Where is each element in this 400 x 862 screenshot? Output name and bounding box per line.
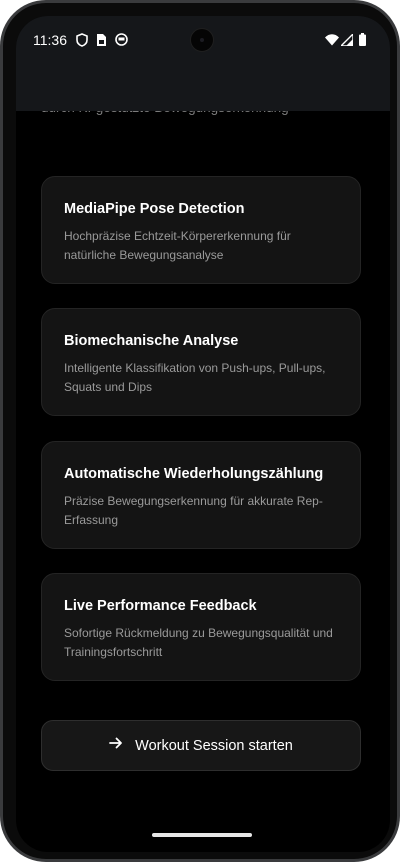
- feature-title: Live Performance Feedback: [64, 598, 257, 614]
- start-workout-button[interactable]: Workout Session starten: [41, 720, 361, 771]
- feature-card-pose-detection: MediaPipe Pose Detection Hochpräzise Ech…: [41, 176, 361, 284]
- feature-card-rep-counting: Automatische Wiederholungszählung Präzis…: [41, 441, 361, 549]
- feature-description: Sofortige Rückmeldung zu Bewegungsqualit…: [64, 626, 333, 659]
- feature-title: Biomechanische Analyse: [64, 333, 239, 349]
- feature-title: Automatische Wiederholungszählung: [64, 466, 324, 482]
- feature-description: Intelligente Klassifikation von Push-ups…: [64, 361, 326, 394]
- phone-bezel: 11:36 MediaPipe Pose Detection Hochpräzi…: [3, 3, 397, 859]
- shield-icon: [76, 33, 88, 52]
- app-screen: 11:36 MediaPipe Pose Detection Hochpräzi…: [16, 16, 390, 852]
- feature-description: Hochpräzise Echtzeit-Körpererkennung für…: [64, 229, 291, 262]
- app-notification-icon: [115, 33, 128, 51]
- feature-card-biomechanics: Biomechanische Analyse Intelligente Klas…: [41, 308, 361, 416]
- start-workout-label: Workout Session starten: [135, 737, 293, 754]
- status-bar: 11:36: [16, 16, 390, 111]
- arrow-right-icon: [109, 736, 123, 755]
- feature-description: Präzise Bewegungserkennung für akkurate …: [64, 494, 323, 527]
- home-indicator[interactable]: [152, 833, 252, 837]
- sim-card-icon: [96, 33, 107, 52]
- status-time: 11:36: [33, 32, 67, 48]
- front-camera: [190, 28, 214, 52]
- wifi-icon: [325, 33, 339, 51]
- cellular-signal-icon: [339, 32, 354, 51]
- phone-frame: 11:36 MediaPipe Pose Detection Hochpräzi…: [0, 0, 400, 862]
- feature-card-live-feedback: Live Performance Feedback Sofortige Rück…: [41, 573, 361, 681]
- feature-title: MediaPipe Pose Detection: [64, 201, 245, 217]
- battery-icon: [359, 33, 366, 51]
